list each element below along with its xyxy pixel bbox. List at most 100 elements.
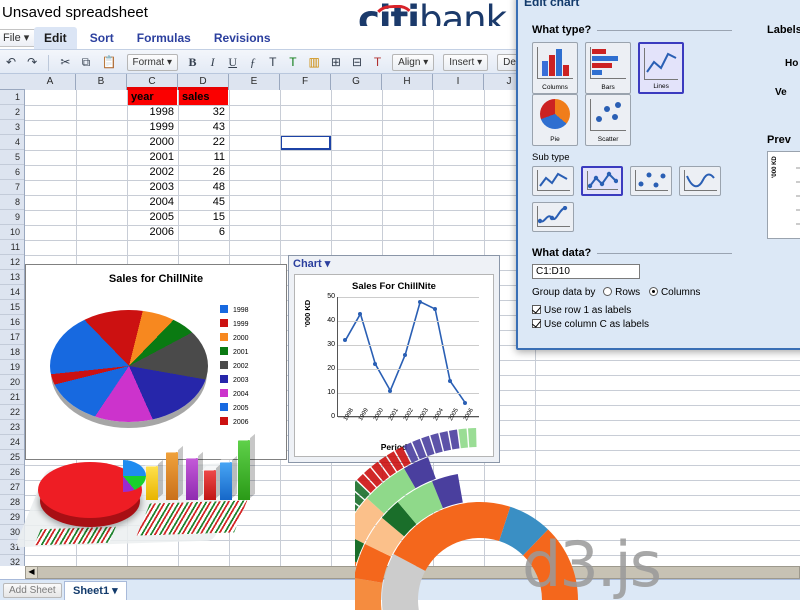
cell-c5[interactable]: 2001 [128, 150, 177, 165]
subtype-scatter-dots[interactable] [630, 166, 673, 196]
column-header-g[interactable]: G [331, 74, 382, 90]
smooth-markers-icon [537, 205, 570, 227]
group-radio-columns[interactable]: Columns [648, 287, 700, 298]
chart-window-menu[interactable]: Chart ▾ [289, 256, 499, 272]
bold-icon[interactable]: B [185, 52, 200, 72]
column-header-f[interactable]: F [280, 74, 331, 90]
align-dropdown[interactable]: Align ▾ [392, 54, 435, 71]
cell-d8[interactable]: 45 [179, 195, 228, 210]
column-header-c[interactable]: C [127, 74, 178, 90]
cell-d7[interactable]: 48 [179, 180, 228, 195]
cell-c8[interactable]: 2004 [128, 195, 177, 210]
tab-sort[interactable]: Sort [80, 27, 124, 49]
row-header-4[interactable]: 4 [0, 135, 24, 150]
chart-type-pie[interactable]: Pie [532, 94, 578, 146]
chart-type-scatter[interactable]: Scatter [585, 94, 632, 146]
row-header-18[interactable]: 18 [0, 345, 24, 360]
insert-dropdown[interactable]: Insert ▾ [443, 54, 489, 71]
cell-d2[interactable]: 32 [179, 105, 228, 120]
format-dropdown[interactable]: Format ▾ [126, 54, 178, 71]
row-header-3[interactable]: 3 [0, 120, 24, 135]
cell-d5[interactable]: 11 [179, 150, 228, 165]
cell-d6[interactable]: 26 [179, 165, 228, 180]
row-header-17[interactable]: 17 [0, 330, 24, 345]
subtype-smooth-line[interactable] [679, 166, 722, 196]
sheet-tab-sheet1[interactable]: Sheet1 ▾ [64, 581, 127, 600]
chart-type-columns[interactable]: Columns [532, 42, 578, 94]
cell-c2[interactable]: 1998 [128, 105, 177, 120]
copy-icon[interactable]: ⧉ [78, 52, 93, 72]
column-header-b[interactable]: B [76, 74, 127, 90]
chart-type-lines[interactable]: Lines [638, 42, 685, 94]
text-size-icon[interactable]: T [265, 52, 280, 72]
cell-c1[interactable]: year [128, 90, 177, 105]
clear-format-icon[interactable]: T [370, 52, 385, 72]
group-data-label: Group data by [532, 287, 596, 298]
row-header-14[interactable]: 14 [0, 285, 24, 300]
row-header-15[interactable]: 15 [0, 300, 24, 315]
cell-d10[interactable]: 6 [179, 225, 228, 240]
cell-c4[interactable]: 2000 [128, 135, 177, 150]
borders-icon[interactable]: ⊞ [328, 52, 344, 72]
group-radio-rows[interactable]: Rows [603, 287, 643, 298]
cell-c7[interactable]: 2003 [128, 180, 177, 195]
edit-chart-dialog[interactable]: Edit chart What type? Columns Bars Lines… [516, 0, 800, 350]
function-icon[interactable]: ƒ [245, 52, 260, 72]
row-header-6[interactable]: 6 [0, 165, 24, 180]
row-header-32[interactable]: 32 [0, 555, 24, 566]
cell-d9[interactable]: 15 [179, 210, 228, 225]
row-header-20[interactable]: 20 [0, 375, 24, 390]
row-header-10[interactable]: 10 [0, 225, 24, 240]
row-header-7[interactable]: 7 [0, 180, 24, 195]
add-sheet-button[interactable]: Add Sheet [3, 583, 62, 598]
legend-label: 2000 [233, 335, 249, 342]
pie-legend-item-2003: 2003 [220, 375, 249, 387]
tab-formulas[interactable]: Formulas [127, 27, 201, 49]
tab-revisions[interactable]: Revisions [204, 27, 281, 49]
pie-chart-title: Sales for ChillNite [108, 273, 204, 285]
row-header-12[interactable]: 12 [0, 255, 24, 270]
row-header-16[interactable]: 16 [0, 315, 24, 330]
row-header-5[interactable]: 5 [0, 150, 24, 165]
cell-c10[interactable]: 2006 [128, 225, 177, 240]
cell-d4[interactable]: 22 [179, 135, 228, 150]
row-header-11[interactable]: 11 [0, 240, 24, 255]
underline-icon[interactable]: U [225, 52, 240, 72]
cell-d3[interactable]: 43 [179, 120, 228, 135]
tab-edit[interactable]: Edit [34, 27, 77, 49]
column-header-h[interactable]: H [382, 74, 433, 90]
italic-icon[interactable]: I [205, 52, 220, 72]
row-header-21[interactable]: 21 [0, 390, 24, 405]
row-header-19[interactable]: 19 [0, 360, 24, 375]
redo-icon[interactable]: ↷ [24, 52, 40, 72]
legend-swatch-icon [220, 389, 228, 397]
row-header-1[interactable]: 1 [0, 90, 24, 105]
cell-d1[interactable]: sales [179, 90, 228, 105]
cut-icon[interactable]: ✂ [57, 52, 73, 72]
data-range-input[interactable] [532, 264, 640, 279]
chart-type-bars[interactable]: Bars [585, 42, 632, 94]
row-header-8[interactable]: 8 [0, 195, 24, 210]
undo-icon[interactable]: ↶ [3, 52, 19, 72]
column-header-a[interactable]: A [25, 74, 76, 90]
subtype-line-plain[interactable] [532, 166, 574, 196]
column-header-d[interactable]: D [178, 74, 229, 90]
y-tick-0: 0 [331, 413, 335, 420]
row-header-2[interactable]: 2 [0, 105, 24, 120]
column-header-i[interactable]: I [433, 74, 484, 90]
file-menu-button[interactable]: File ▾ [0, 29, 37, 47]
subtype-line-markers[interactable] [581, 166, 624, 196]
row-header-9[interactable]: 9 [0, 210, 24, 225]
cell-c3[interactable]: 1999 [128, 120, 177, 135]
fill-color-icon[interactable]: ▥ [305, 52, 322, 72]
text-color-icon[interactable]: T [285, 52, 300, 72]
cell-c6[interactable]: 2002 [128, 165, 177, 180]
paste-icon[interactable]: 📋 [99, 52, 120, 72]
column-header-e[interactable]: E [229, 74, 280, 90]
merge-cells-icon[interactable]: ⊟ [349, 52, 365, 72]
row-header-13[interactable]: 13 [0, 270, 24, 285]
scroll-left-arrow[interactable]: ◀ [26, 567, 38, 578]
legend-label: 1999 [233, 321, 249, 328]
subtype-smooth-markers[interactable] [532, 202, 574, 232]
cell-c9[interactable]: 2005 [128, 210, 177, 225]
